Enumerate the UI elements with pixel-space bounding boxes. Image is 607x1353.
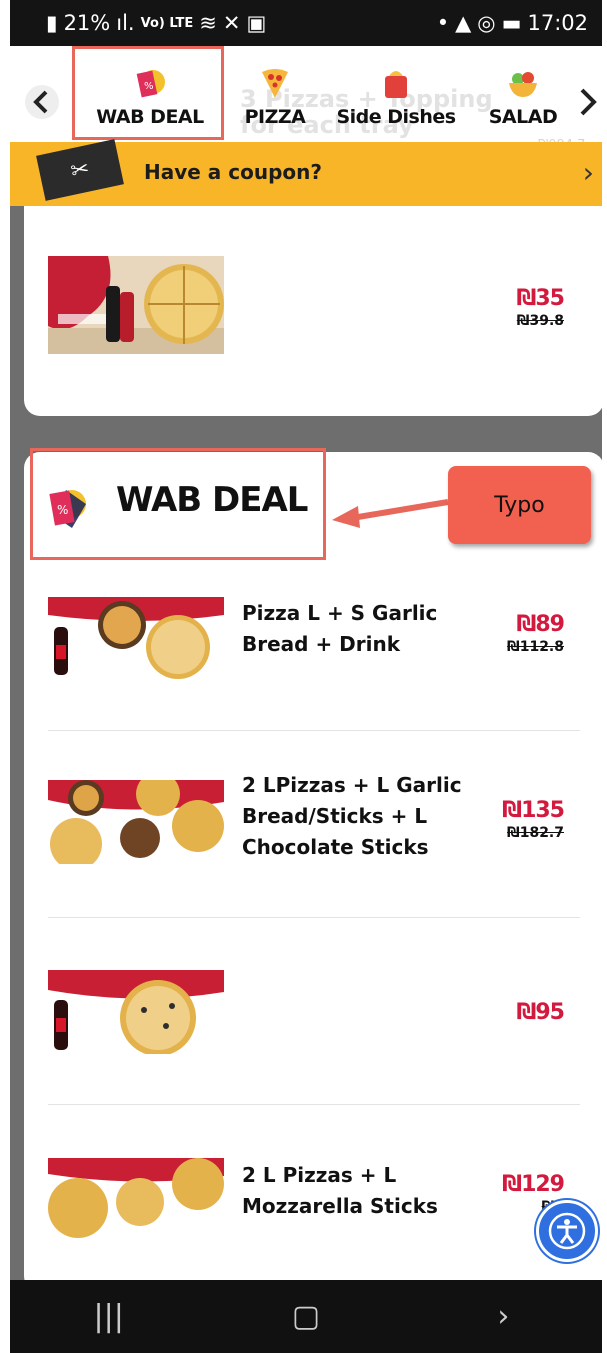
- divider: [48, 917, 580, 918]
- whatsapp-icon: ◎: [477, 11, 496, 35]
- phone-screen: ▮ 21% ıl. Vo) LTE ≋ ✕ ▣ • ▲ ◎ ▬ 17:02 3 …: [10, 0, 602, 1353]
- coupon-label: Have a coupon?: [144, 160, 322, 184]
- message-icon: ▬: [501, 11, 522, 35]
- signal-icon: ıl.: [116, 11, 135, 35]
- battery-icon: ▮: [46, 11, 58, 35]
- old-price: ₪182.7: [507, 825, 564, 841]
- dot-icon: •: [436, 11, 450, 35]
- tab-pizza[interactable]: PIZZA: [234, 52, 316, 134]
- scissors-icon: ✂: [36, 139, 124, 201]
- chevron-right-icon: ›: [582, 156, 594, 189]
- item-image[interactable]: [48, 597, 224, 679]
- item-title: Pizza L + S Garlic Bread + Drink: [242, 601, 438, 656]
- network-label: Vo) LTE: [140, 15, 194, 31]
- price-block: ₪135 ₪182.7: [474, 798, 565, 841]
- pizza-slice-icon: [258, 66, 292, 100]
- tab-salad[interactable]: SALAD: [480, 52, 566, 134]
- highlight-box-title: [30, 448, 326, 560]
- chevron-left-icon: [25, 85, 59, 119]
- annotation-arrow-icon: [332, 499, 449, 528]
- salad-bowl-icon: [506, 66, 540, 100]
- old-price: ₪39.8: [516, 313, 564, 329]
- tab-side-dishes[interactable]: Side Dishes: [332, 52, 460, 134]
- item-image[interactable]: [48, 256, 224, 354]
- scroll-right-button[interactable]: [578, 84, 600, 127]
- notification-icon: ▲: [455, 11, 472, 35]
- tab-label: PIZZA: [244, 106, 306, 128]
- price: ₪129: [502, 1172, 565, 1197]
- back-button[interactable]: ›: [463, 1299, 543, 1334]
- chevron-right-icon: [580, 88, 597, 116]
- status-bar: ▮ 21% ıl. Vo) LTE ≋ ✕ ▣ • ▲ ◎ ▬ 17:02: [10, 0, 602, 46]
- price: ₪89: [516, 612, 565, 637]
- accessibility-icon: [548, 1212, 586, 1250]
- category-bar: 3 Pizzas + Topping for each tray ₪094.7 …: [10, 46, 602, 153]
- old-price: ₪112.8: [507, 639, 564, 655]
- section-card: % WAB DEAL Pizza L + S Garlic Bread + Dr…: [24, 452, 602, 1292]
- divider: [48, 730, 580, 731]
- wifi-icon: ≋: [199, 11, 217, 35]
- back-icon: ›: [497, 1299, 510, 1334]
- price: ₪35: [516, 286, 565, 311]
- price-block: ₪95: [474, 1000, 565, 1025]
- deal-card: ₪35 ₪39.8: [24, 206, 602, 416]
- battery-level: 21%: [63, 11, 111, 35]
- clock-time: 17:02: [527, 11, 588, 35]
- price-block: ₪35 ₪39.8: [474, 286, 565, 329]
- system-nav-bar: ||| ▢ ›: [10, 1280, 602, 1353]
- highlight-box-tab: [72, 46, 224, 140]
- item-title: 2 L Pizzas + L Mozzarella Sticks: [242, 1163, 438, 1218]
- home-icon: ▢: [291, 1299, 321, 1334]
- nfc-icon: ✕: [222, 11, 241, 35]
- coupon-bar[interactable]: ✂ Have a coupon? ›: [10, 139, 602, 206]
- price: ₪135: [502, 798, 565, 823]
- recent-apps-icon: |||: [93, 1299, 124, 1334]
- tab-label: Side Dishes: [336, 106, 456, 128]
- price: ₪95: [516, 1000, 565, 1025]
- item-image[interactable]: [48, 970, 224, 1054]
- recent-apps-button[interactable]: |||: [69, 1299, 149, 1334]
- price-block: ₪89 ₪112.8: [474, 612, 565, 655]
- scroll-left-button[interactable]: [24, 84, 60, 127]
- accessibility-button[interactable]: [536, 1200, 598, 1262]
- item-title: 2 LPizzas + L Garlic Bread/Sticks + L Ch…: [242, 773, 462, 859]
- divider: [48, 1104, 580, 1105]
- lock-icon: ▣: [246, 11, 267, 35]
- annotation-label: Typo: [448, 466, 591, 544]
- side-box-icon: [379, 66, 413, 100]
- tab-label: SALAD: [488, 106, 558, 128]
- item-image[interactable]: [48, 780, 224, 864]
- home-button[interactable]: ▢: [266, 1299, 346, 1334]
- item-image[interactable]: [48, 1158, 224, 1242]
